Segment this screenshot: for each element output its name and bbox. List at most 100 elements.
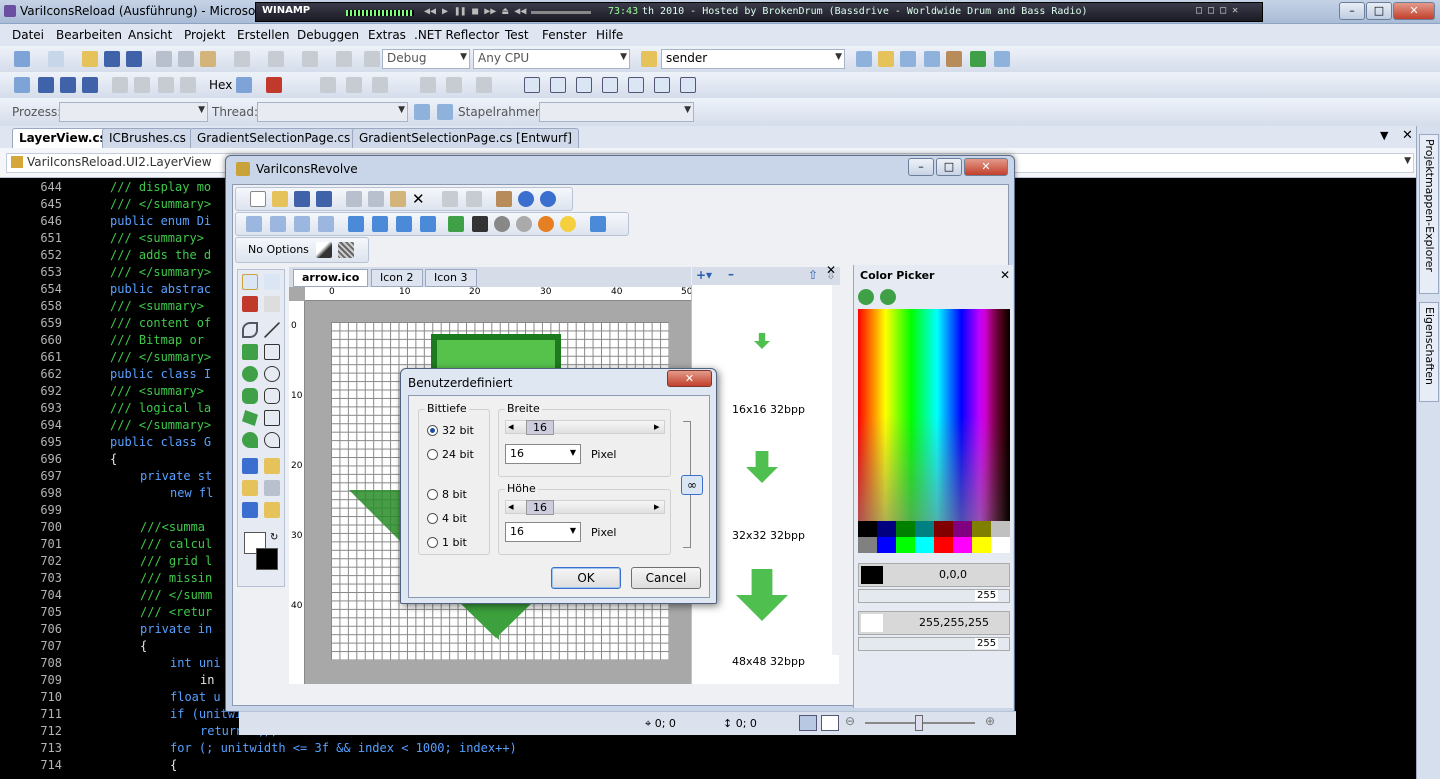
- transport-controls[interactable]: ◀◀ ▶ ❚❚ ■ ▶▶ ⏏ ◀◀: [424, 6, 526, 17]
- break-all-icon[interactable]: [38, 77, 54, 93]
- height-dropdown[interactable]: 16 ▼: [505, 522, 581, 542]
- pie-tool-icon[interactable]: [264, 432, 280, 448]
- width-dropdown[interactable]: 16 ▼: [505, 444, 581, 464]
- fill-color-icon[interactable]: [448, 216, 464, 232]
- height-slider-value[interactable]: 16: [526, 500, 554, 515]
- height-slider-right[interactable]: ▸: [654, 500, 660, 513]
- filter-icon[interactable]: [414, 104, 430, 120]
- color-swatch[interactable]: [858, 521, 877, 537]
- color-swatch[interactable]: [915, 537, 934, 553]
- command-window-icon[interactable]: [994, 51, 1010, 67]
- rect-tool-icon[interactable]: [264, 344, 280, 360]
- breakpoints-icon[interactable]: [266, 77, 282, 93]
- code-line[interactable]: /// logical la: [110, 401, 211, 415]
- brightness-icon[interactable]: [560, 216, 576, 232]
- hue-icon[interactable]: [538, 216, 554, 232]
- configuration-select[interactable]: Debug ▼: [382, 49, 470, 69]
- menu-extras[interactable]: Extras: [368, 28, 406, 42]
- resize-icon[interactable]: [246, 216, 262, 232]
- pattern-icon[interactable]: [338, 242, 354, 258]
- menu-bearbeiten[interactable]: Bearbeiten: [56, 28, 122, 42]
- code-line[interactable]: private st: [140, 469, 212, 483]
- tab-layerview[interactable]: LayerView.cs: [12, 128, 114, 148]
- code-line[interactable]: int uni: [170, 656, 221, 670]
- app-paste-icon[interactable]: [390, 191, 406, 207]
- layout-icon-4[interactable]: [602, 77, 618, 93]
- layout-icon-6[interactable]: [654, 77, 670, 93]
- formats-scrollbar[interactable]: [832, 285, 840, 655]
- find-combo[interactable]: sender ▼: [661, 49, 845, 69]
- format-icon-2[interactable]: [372, 77, 388, 93]
- format-icon-4[interactable]: [446, 77, 462, 93]
- menu-projekt[interactable]: Projekt: [184, 28, 225, 42]
- settings-icon[interactable]: [496, 191, 512, 207]
- height-slider[interactable]: ◂ 16 ▸: [505, 500, 665, 515]
- new-file-icon[interactable]: [250, 191, 266, 207]
- color-swatch[interactable]: [877, 537, 896, 553]
- tab-icon-3[interactable]: Icon 3: [425, 269, 477, 287]
- code-line[interactable]: /// </summary>: [110, 418, 211, 432]
- app-copy-icon[interactable]: [368, 191, 384, 207]
- process-select[interactable]: ▼: [59, 102, 208, 122]
- filled-roundrect-tool-icon[interactable]: [242, 388, 258, 404]
- tab-list-dropdown[interactable]: ▼: [1380, 129, 1388, 142]
- code-line[interactable]: /// </summ: [140, 588, 212, 602]
- ellipse-tool-icon[interactable]: [264, 366, 280, 382]
- formats-close-icon[interactable]: ✕: [826, 263, 836, 277]
- color-swatch[interactable]: [953, 521, 972, 537]
- picker-back-icon[interactable]: [858, 289, 874, 305]
- ok-button[interactable]: OK: [551, 567, 621, 589]
- alpha-slider-1[interactable]: 255: [858, 589, 1010, 603]
- volume-slider[interactable]: [531, 11, 591, 14]
- platform-select[interactable]: Any CPU ▼: [473, 49, 630, 69]
- shift-h-icon[interactable]: [294, 216, 310, 232]
- color-swatch[interactable]: [972, 521, 991, 537]
- paste-icon[interactable]: [200, 51, 216, 67]
- properties-icon[interactable]: [878, 51, 894, 67]
- color-swatch[interactable]: [991, 537, 1010, 553]
- move-up-icon[interactable]: ⇧: [808, 268, 818, 282]
- pencil-tool-icon[interactable]: [242, 296, 258, 312]
- side-tab-properties[interactable]: Eigenschaften: [1419, 302, 1439, 402]
- code-line[interactable]: /// <summary>: [110, 299, 204, 313]
- tab-gradientselectionpage-design[interactable]: GradientSelectionPage.cs [Entwurf]: [352, 128, 579, 148]
- text-tool-icon[interactable]: [242, 458, 258, 474]
- code-line[interactable]: /// </summary>: [110, 197, 211, 211]
- format-icon-3[interactable]: [420, 77, 436, 93]
- app-maximize-button[interactable]: □: [936, 158, 962, 176]
- side-tab-solution-explorer[interactable]: Projektmappen-Explorer: [1419, 134, 1439, 294]
- code-line[interactable]: float u: [170, 690, 221, 704]
- width-slider[interactable]: ◂ 16 ▸: [505, 420, 665, 435]
- line-tool-icon[interactable]: [264, 322, 280, 338]
- code-line[interactable]: {: [170, 758, 177, 772]
- code-line[interactable]: /// </summary>: [110, 265, 211, 279]
- radio-24-bit[interactable]: 24 bit: [427, 448, 474, 461]
- app-redo-icon[interactable]: [466, 191, 482, 207]
- code-line[interactable]: /// grid l: [140, 554, 212, 568]
- color-swatch[interactable]: [858, 537, 877, 553]
- open-icon[interactable]: [82, 51, 98, 67]
- add-format-icon[interactable]: +▾: [696, 268, 712, 282]
- contrast-icon[interactable]: [494, 216, 510, 232]
- indent-icon[interactable]: [476, 77, 492, 93]
- color-picker-tool-icon[interactable]: [242, 502, 258, 518]
- maximize-button[interactable]: □: [1366, 2, 1392, 20]
- menu-net-reflector[interactable]: .NET Reflector: [414, 28, 499, 42]
- width-slider-left[interactable]: ◂: [508, 420, 514, 433]
- radio-1-bit[interactable]: 1 bit: [427, 536, 467, 549]
- code-line[interactable]: /// content of: [110, 316, 211, 330]
- crop-icon[interactable]: [270, 216, 286, 232]
- image-effects-icon[interactable]: [590, 216, 606, 232]
- primary-color-field[interactable]: 0,0,0: [858, 563, 1010, 587]
- color-swatch[interactable]: [972, 537, 991, 553]
- brush-shape-icon[interactable]: [316, 242, 332, 258]
- code-line[interactable]: /// display mo: [110, 180, 211, 194]
- filled-pie-tool-icon[interactable]: [242, 432, 258, 448]
- tab-gradientselectionpage[interactable]: GradientSelectionPage.cs: [190, 128, 358, 148]
- select-tool-icon[interactable]: [264, 274, 280, 290]
- code-line[interactable]: /// adds the d: [110, 248, 211, 262]
- info-icon[interactable]: [540, 191, 556, 207]
- save-file-icon[interactable]: [294, 191, 310, 207]
- curve-tool-icon[interactable]: [242, 322, 258, 338]
- find-in-files-icon[interactable]: [641, 51, 657, 67]
